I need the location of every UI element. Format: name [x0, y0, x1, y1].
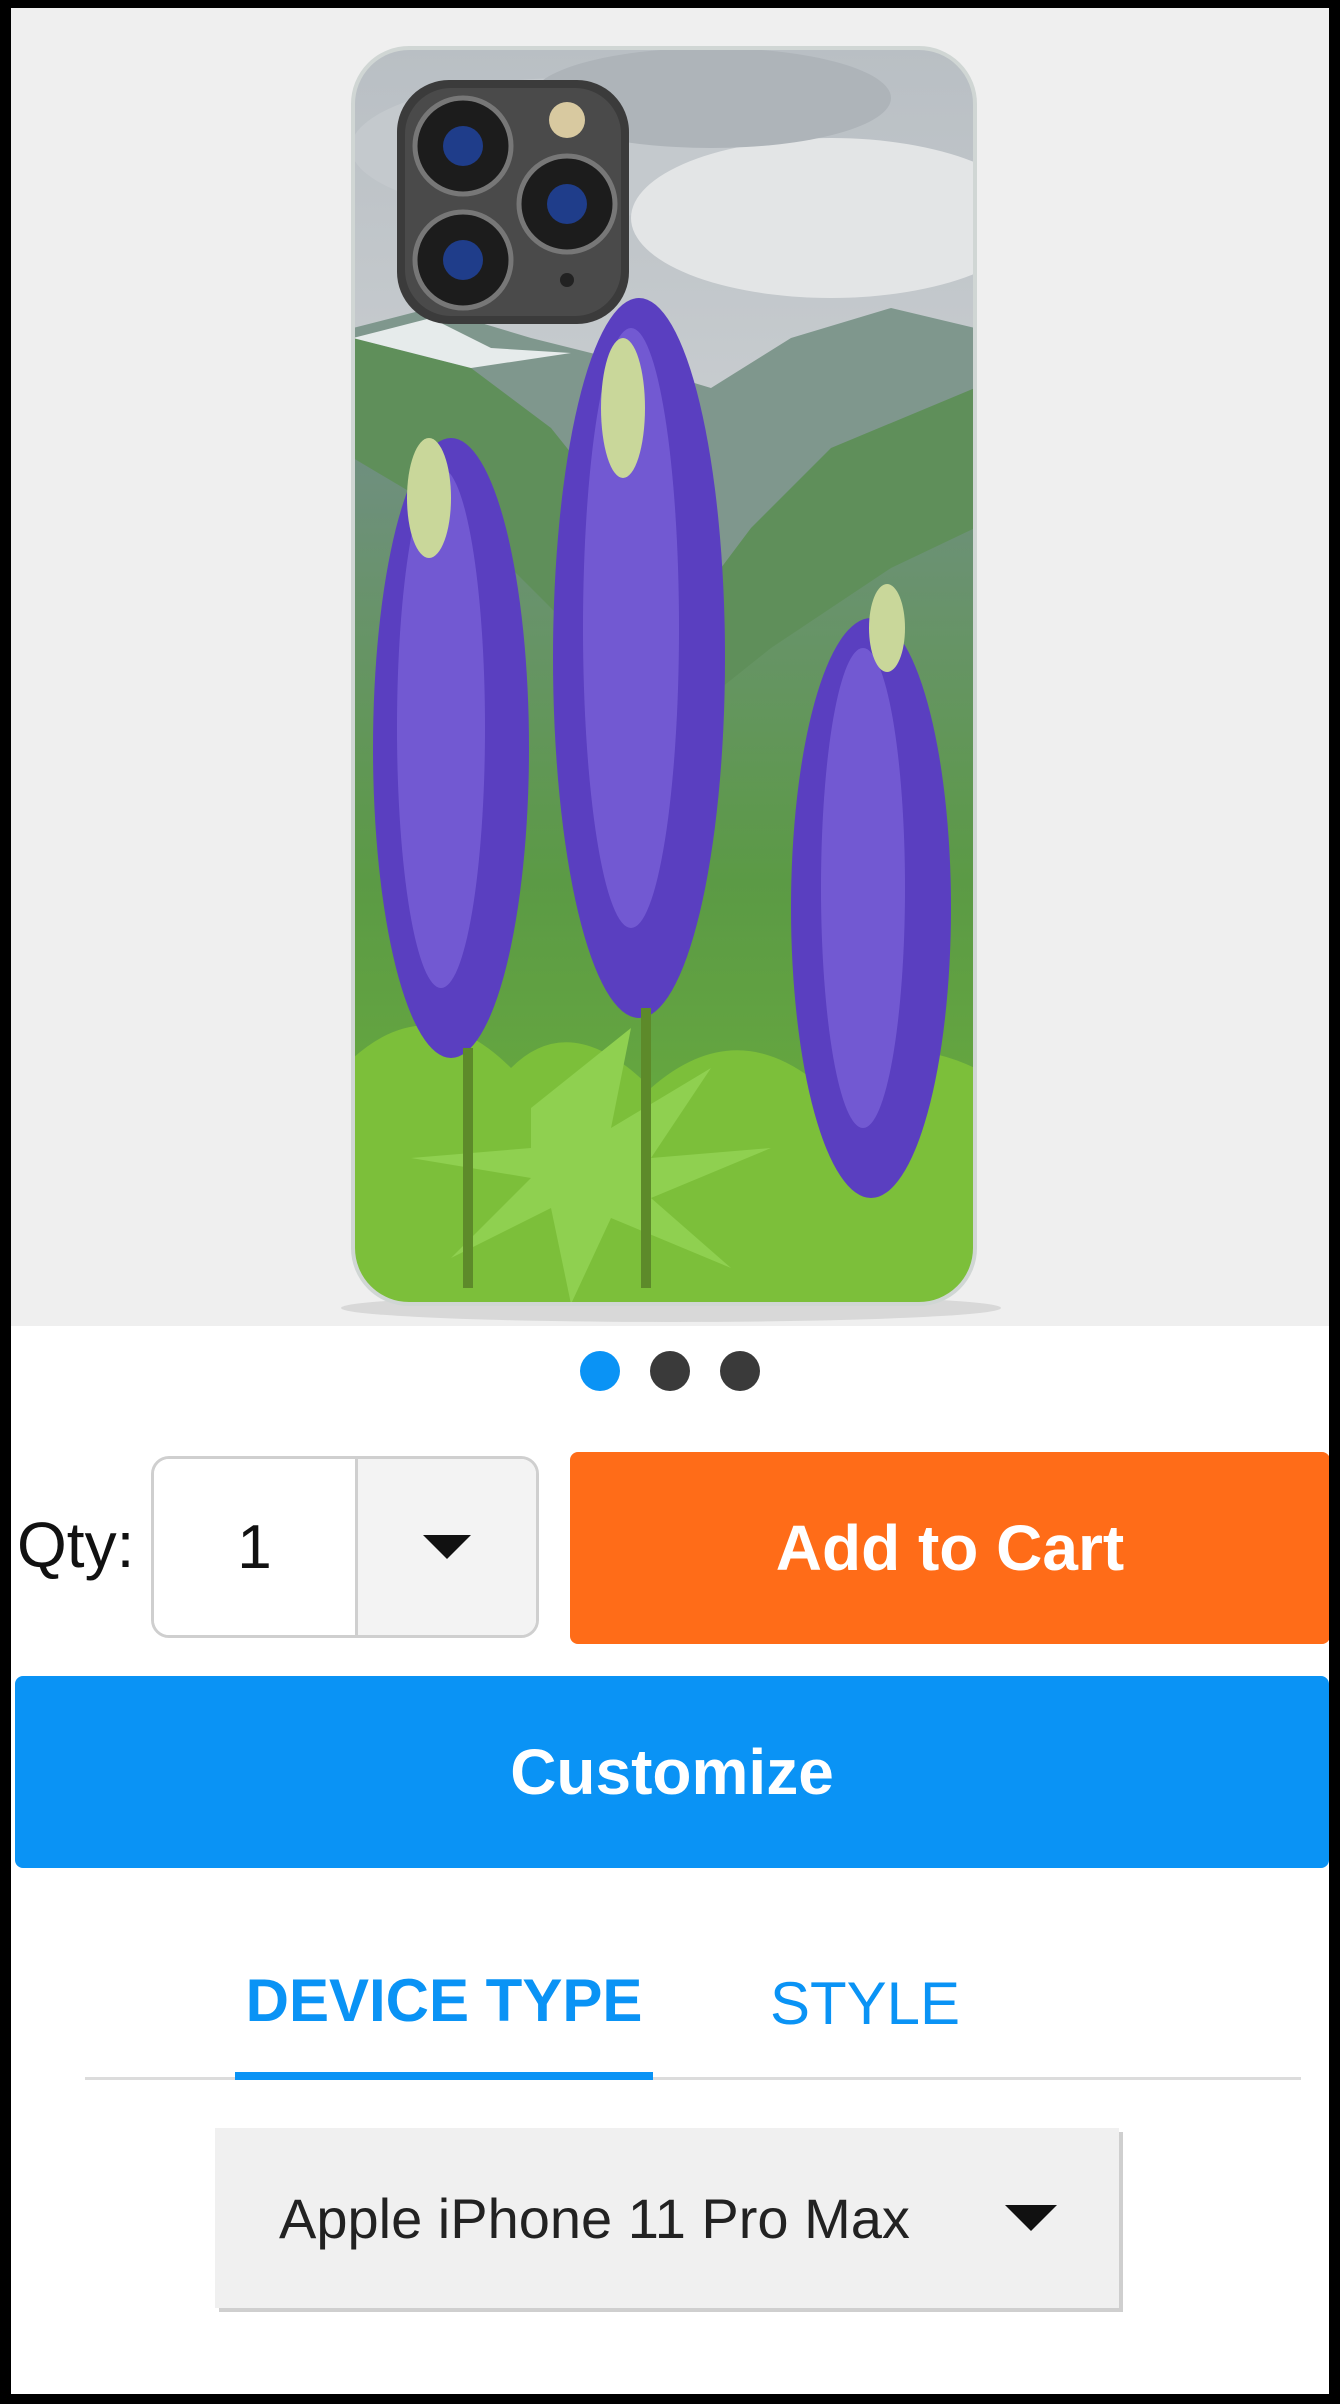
carousel-dots [11, 1348, 1329, 1394]
carousel-dot-2[interactable] [650, 1351, 690, 1391]
chevron-down-icon [1005, 2205, 1057, 2231]
qty-label: Qty: [17, 1509, 135, 1581]
device-type-select[interactable]: Apple iPhone 11 Pro Max [215, 2128, 1119, 2308]
tab-style[interactable]: STYLE [705, 1928, 1025, 2078]
product-page: Qty: 1 Add to Cart Customize DEVICE TYPE… [11, 8, 1329, 2394]
tab-device-type[interactable]: DEVICE TYPE [235, 1928, 653, 2080]
quantity-select[interactable]: 1 [151, 1456, 539, 1638]
chevron-down-icon [423, 1535, 471, 1559]
qty-value[interactable]: 1 [154, 1459, 358, 1635]
phone-case-mockup [341, 46, 1001, 1322]
customize-button[interactable]: Customize [15, 1676, 1329, 1868]
product-image[interactable] [11, 8, 1329, 1326]
option-tabs: DEVICE TYPE STYLE [85, 1928, 1301, 2080]
add-to-cart-button[interactable]: Add to Cart [570, 1452, 1329, 1644]
carousel-dot-3[interactable] [720, 1351, 760, 1391]
qty-dropdown-toggle[interactable] [358, 1459, 536, 1635]
device-select-value: Apple iPhone 11 Pro Max [279, 2186, 910, 2250]
carousel-dot-1[interactable] [580, 1351, 620, 1391]
